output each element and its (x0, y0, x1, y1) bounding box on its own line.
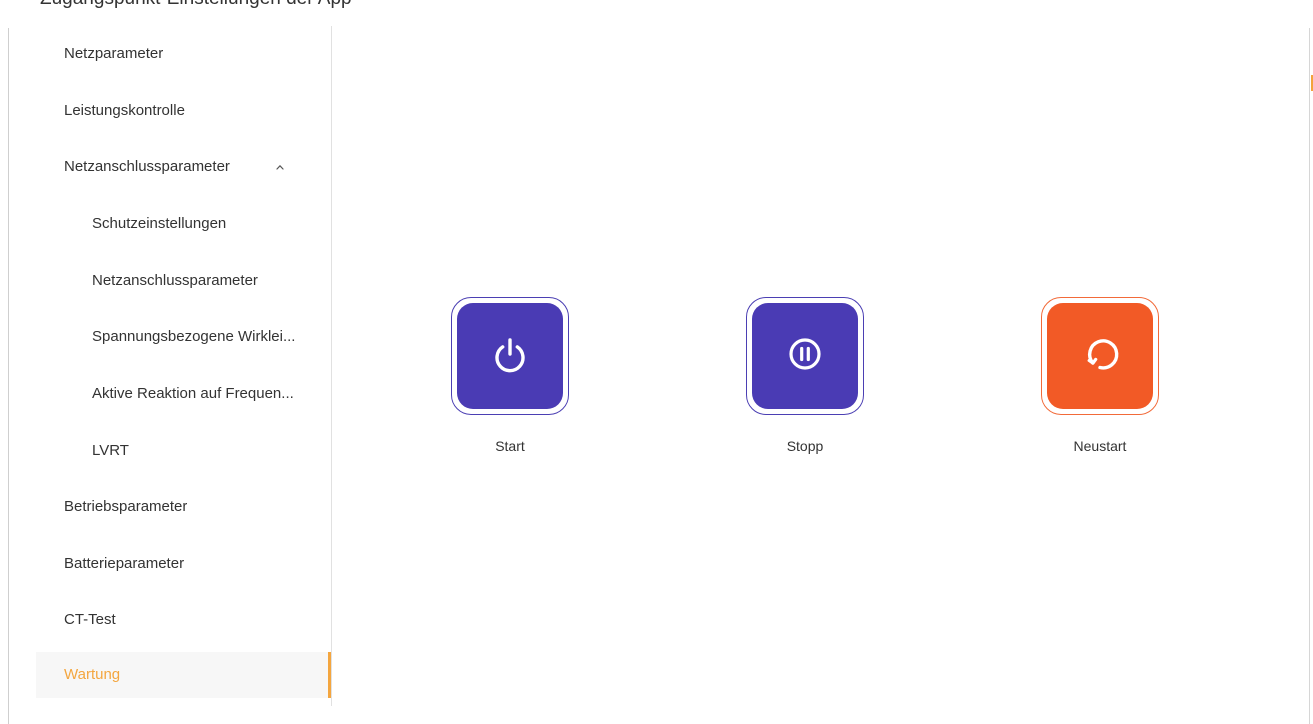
sidebar-item-leistungskontrolle[interactable]: Leistungskontrolle (36, 88, 331, 134)
sidebar-group-netzanschlussparameter[interactable]: Netzanschlussparameter (36, 144, 331, 190)
stop-button-tile[interactable] (752, 303, 858, 409)
start-button-outline[interactable] (451, 297, 569, 415)
outer-left-border (8, 28, 9, 724)
sidebar-item-wartung[interactable]: Wartung (36, 652, 331, 698)
sidebar-subitem-label: Aktive Reaktion auf Frequen... (92, 385, 294, 402)
start-button-tile[interactable] (457, 303, 563, 409)
sidebar-subitem-aktive-reaktion-frequenz[interactable]: Aktive Reaktion auf Frequen... (36, 371, 331, 417)
restart-label: Neustart (1073, 438, 1127, 454)
restart-icon (1078, 332, 1122, 381)
sidebar-item-ct-test[interactable]: CT-Test (36, 597, 331, 643)
app-window: Zugangspunkt-Einstellungen der App Netzp… (0, 0, 1313, 724)
restart-button-tile[interactable] (1047, 303, 1153, 409)
sidebar-group-label: Netzanschlussparameter (64, 158, 230, 175)
outer-right-border (1309, 28, 1310, 724)
restart-button-outline[interactable] (1041, 297, 1159, 415)
sidebar-subitem-label: LVRT (92, 442, 129, 459)
stop-label: Stopp (786, 438, 824, 454)
sidebar-subitem-label: Netzanschlussparameter (92, 272, 258, 289)
power-icon (489, 333, 531, 380)
sidebar-subitem-schutzeinstellungen[interactable]: Schutzeinstellungen (36, 201, 331, 247)
start-label: Start (495, 438, 525, 454)
sidebar-item-label: Netzparameter (64, 45, 164, 62)
stop-button-outline[interactable] (746, 297, 864, 415)
start-button[interactable]: Start (440, 297, 580, 454)
stop-button[interactable]: Stopp (735, 297, 875, 454)
chevron-up-icon[interactable] (272, 144, 288, 190)
sidebar-item-label: Wartung (64, 666, 121, 683)
pause-icon (784, 333, 826, 380)
sidebar-item-label: Batterieparameter (64, 555, 185, 572)
sidebar-item-label: CT-Test (64, 611, 116, 628)
page-title-partial: Zugangspunkt-Einstellungen der App (40, 0, 352, 10)
settings-sidebar: Netzparameter Leistungskontrolle Netzans… (36, 26, 332, 706)
sidebar-subitem-lvrt[interactable]: LVRT (36, 428, 331, 474)
sidebar-item-label: Leistungskontrolle (64, 102, 185, 119)
sidebar-item-betriebsparameter[interactable]: Betriebsparameter (36, 484, 331, 530)
sidebar-subitem-label: Spannungsbezogene Wirklei... (92, 328, 296, 345)
top-clipped-title: Zugangspunkt-Einstellungen der App (0, 0, 760, 10)
sidebar-subitem-spannungsbezogene-wirkleistung[interactable]: Spannungsbezogene Wirklei... (36, 314, 331, 360)
restart-button[interactable]: Neustart (1030, 297, 1170, 454)
sidebar-item-netzparameter[interactable]: Netzparameter (36, 31, 331, 77)
sidebar-item-label: Betriebsparameter (64, 498, 188, 515)
sidebar-subitem-label: Schutzeinstellungen (92, 215, 227, 232)
sidebar-subitem-netzanschlussparameter[interactable]: Netzanschlussparameter (36, 258, 331, 304)
sidebar-item-batterieparameter[interactable]: Batterieparameter (36, 541, 331, 587)
